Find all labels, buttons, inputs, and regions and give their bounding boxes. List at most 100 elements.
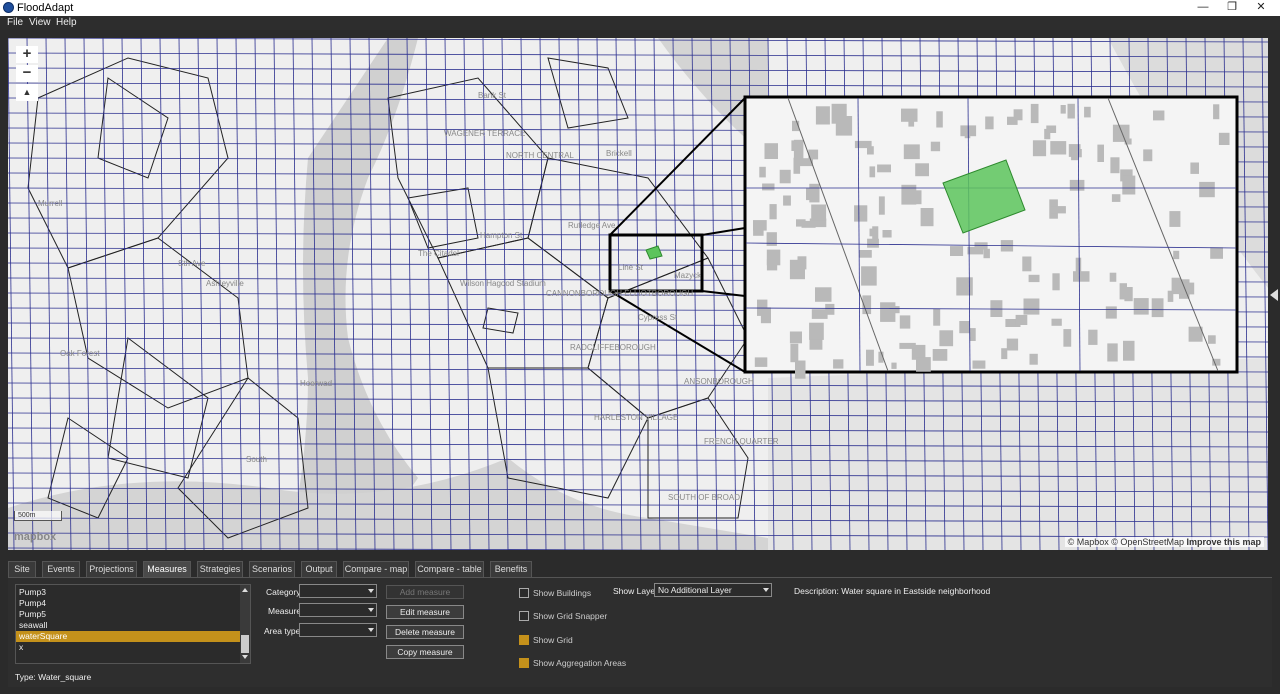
checkbox-box-checked[interactable] — [519, 658, 529, 668]
building-footprint — [815, 287, 832, 302]
minimize-button[interactable]: — — [1190, 0, 1216, 16]
building-footprint — [1073, 271, 1090, 282]
building-footprint — [811, 204, 827, 221]
building-footprint — [833, 359, 844, 369]
map-place-label: Brickell — [606, 149, 632, 158]
building-footprint — [753, 220, 767, 231]
measures-list[interactable]: Pump3 Pump4 Pump5 seawall waterSquare x — [15, 584, 251, 664]
menu-file[interactable]: File — [7, 17, 23, 28]
menu-bar: File View Help — [0, 16, 1280, 30]
map-place-label: RADCLIFFEBOROUGH — [570, 343, 656, 352]
building-footprint — [1210, 247, 1223, 259]
building-footprint — [789, 331, 802, 344]
tab-site[interactable]: Site — [8, 561, 36, 577]
tab-output[interactable]: Output — [301, 561, 337, 577]
tab-compare-map[interactable]: Compare - map — [343, 561, 409, 577]
close-button[interactable]: ✕ — [1248, 0, 1274, 16]
grid-line — [710, 38, 718, 550]
tab-events[interactable]: Events — [42, 561, 80, 577]
building-footprint — [1107, 343, 1118, 362]
tab-strategies[interactable]: Strategies — [197, 561, 243, 577]
scroll-thumb[interactable] — [241, 635, 249, 653]
building-footprint — [1169, 211, 1181, 227]
list-item[interactable]: Pump4 — [16, 598, 240, 609]
measure-select[interactable] — [299, 603, 377, 617]
list-item[interactable]: Pump3 — [16, 587, 240, 598]
improve-map-link[interactable]: Improve this map — [1186, 537, 1261, 547]
building-footprint — [1084, 106, 1091, 118]
building-footprint — [1190, 162, 1199, 174]
building-footprint — [809, 322, 824, 340]
building-footprint — [916, 357, 931, 372]
add-measure-button[interactable]: Add measure — [386, 585, 464, 599]
map-view[interactable]: Ashleyville Hoerwad Oak Forest South Brickel… — [8, 38, 1268, 550]
water-square-polygon[interactable] — [645, 245, 663, 260]
building-footprint — [1052, 273, 1060, 291]
building-footprint — [1022, 256, 1032, 272]
list-item[interactable]: x — [16, 642, 240, 653]
map-place-label: Hoerwad — [300, 379, 332, 388]
category-select[interactable] — [299, 584, 377, 598]
building-footprint — [1097, 144, 1104, 162]
list-item-selected[interactable]: waterSquare — [16, 631, 240, 642]
tab-projections[interactable]: Projections — [86, 561, 137, 577]
building-footprint — [854, 140, 872, 149]
building-footprint — [762, 183, 775, 191]
list-item[interactable]: Pump5 — [16, 609, 240, 620]
building-footprint — [1015, 314, 1028, 325]
building-footprint — [759, 166, 766, 178]
building-footprint — [1060, 105, 1066, 114]
chevron-down-icon — [368, 628, 374, 632]
building-footprint — [1051, 318, 1062, 326]
building-footprint — [915, 163, 929, 177]
edit-measure-button[interactable]: Edit measure — [386, 605, 464, 619]
attribution-mapbox[interactable]: © Mapbox — [1068, 537, 1109, 547]
building-footprint — [790, 343, 799, 363]
scroll-up-icon[interactable] — [242, 588, 248, 592]
list-item[interactable]: seawall — [16, 620, 240, 631]
building-footprint — [795, 360, 806, 379]
show-layer-select[interactable]: No Additional Layer — [654, 583, 772, 597]
building-footprint — [1088, 329, 1098, 345]
checkbox-box-checked[interactable] — [519, 635, 529, 645]
collapse-panel-arrow-icon[interactable] — [1270, 289, 1278, 301]
building-footprint — [1110, 157, 1120, 174]
copy-measure-button[interactable]: Copy measure — [386, 645, 464, 659]
checkbox-box[interactable] — [519, 588, 529, 598]
building-footprint — [903, 144, 920, 160]
menu-help[interactable]: Help — [56, 17, 77, 28]
map-canvas[interactable]: Ashleyville Hoerwad Oak Forest South Brickel… — [8, 38, 1268, 550]
area-type-label: Area type — [264, 626, 301, 636]
building-footprint — [809, 183, 820, 203]
building-footprint — [1050, 141, 1067, 155]
zoom-out-button[interactable]: − — [16, 65, 38, 82]
window-title: FloodAdapt — [17, 2, 74, 14]
tab-benefits[interactable]: Benefits — [490, 561, 532, 577]
tab-scenarios[interactable]: Scenarios — [249, 561, 295, 577]
zoom-in-button[interactable]: + — [16, 46, 38, 63]
building-footprint — [1063, 329, 1072, 347]
building-footprint — [990, 300, 1003, 317]
mapbox-logo: mapbox — [14, 531, 57, 543]
building-footprint — [1050, 206, 1066, 214]
delete-measure-button[interactable]: Delete measure — [386, 625, 464, 639]
checkbox-box[interactable] — [519, 611, 529, 621]
restore-button[interactable]: ❐ — [1219, 0, 1245, 16]
building-footprint — [1188, 326, 1203, 342]
building-footprint — [1109, 272, 1117, 282]
title-bar: FloodAdapt — ❐ ✕ — [0, 0, 1280, 16]
building-footprint — [1075, 257, 1082, 275]
scroll-down-icon[interactable] — [242, 655, 248, 659]
tab-measures[interactable]: Measures — [143, 561, 191, 577]
list-scrollbar[interactable] — [240, 585, 250, 663]
compass-button[interactable]: ▲ — [16, 84, 38, 101]
tab-compare-table[interactable]: Compare - table — [415, 561, 484, 577]
map-place-label: Wilson Hagood Stadium — [460, 279, 546, 288]
area-type-select[interactable] — [299, 623, 377, 637]
building-footprint — [877, 164, 891, 173]
building-footprint — [796, 219, 806, 227]
attribution-osm[interactable]: © OpenStreetMap — [1111, 537, 1184, 547]
building-footprint — [974, 242, 988, 250]
category-label: Category — [266, 587, 301, 597]
menu-view[interactable]: View — [29, 17, 51, 28]
